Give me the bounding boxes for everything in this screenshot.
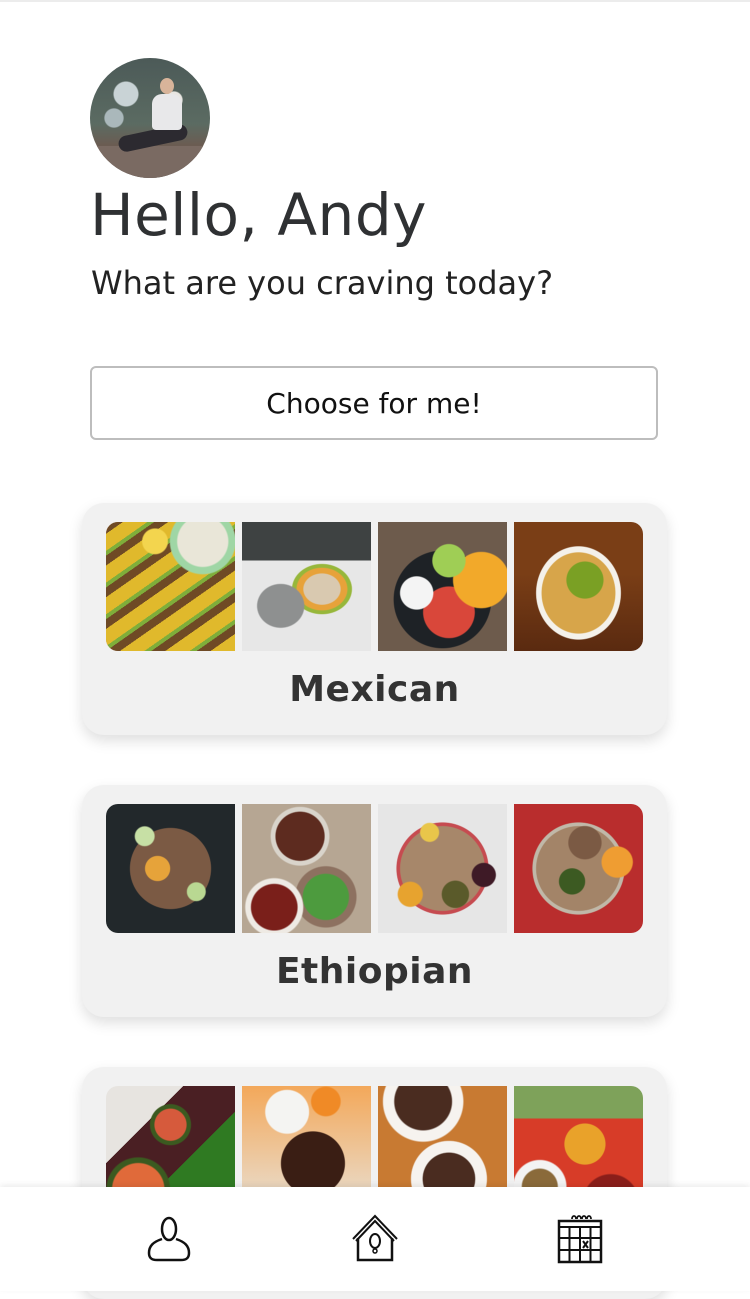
avatar[interactable] [90, 58, 210, 178]
food-image-injera-plate [106, 804, 235, 933]
nav-profile-button[interactable] [139, 1209, 199, 1269]
food-image-tibs-salad [242, 804, 371, 933]
food-image-burrito [242, 522, 371, 651]
avatar-figure-head [160, 78, 174, 94]
bottom-nav [0, 1187, 750, 1291]
cuisine-label: Ethiopian [275, 951, 474, 992]
user-icon [147, 1216, 191, 1262]
greeting-title: Hello, Andy [90, 181, 427, 249]
food-image-salsa-bowl [378, 522, 507, 651]
food-image-combo-platter [514, 804, 643, 933]
calendar-icon [557, 1215, 603, 1264]
avatar-bg-rock [90, 146, 210, 178]
cuisine-label: Mexican [289, 669, 460, 710]
status-divider [0, 0, 750, 2]
greeting-subtitle: What are you craving today? [91, 264, 554, 302]
food-image-nachos [514, 522, 643, 651]
birdhouse-icon [352, 1214, 398, 1262]
cuisine-image-strip [106, 522, 643, 651]
avatar-figure-body [152, 94, 182, 130]
food-image-tacos [106, 522, 235, 651]
food-image-beyaynetu [378, 804, 507, 933]
cuisine-card-mexican[interactable]: Mexican [82, 503, 667, 735]
cuisine-card-ethiopian[interactable]: Ethiopian [82, 785, 667, 1017]
nav-calendar-button[interactable] [550, 1209, 610, 1269]
nav-home-button[interactable] [345, 1209, 405, 1269]
choose-for-me-button[interactable]: Choose for me! [90, 366, 658, 440]
cuisine-image-strip [106, 804, 643, 933]
